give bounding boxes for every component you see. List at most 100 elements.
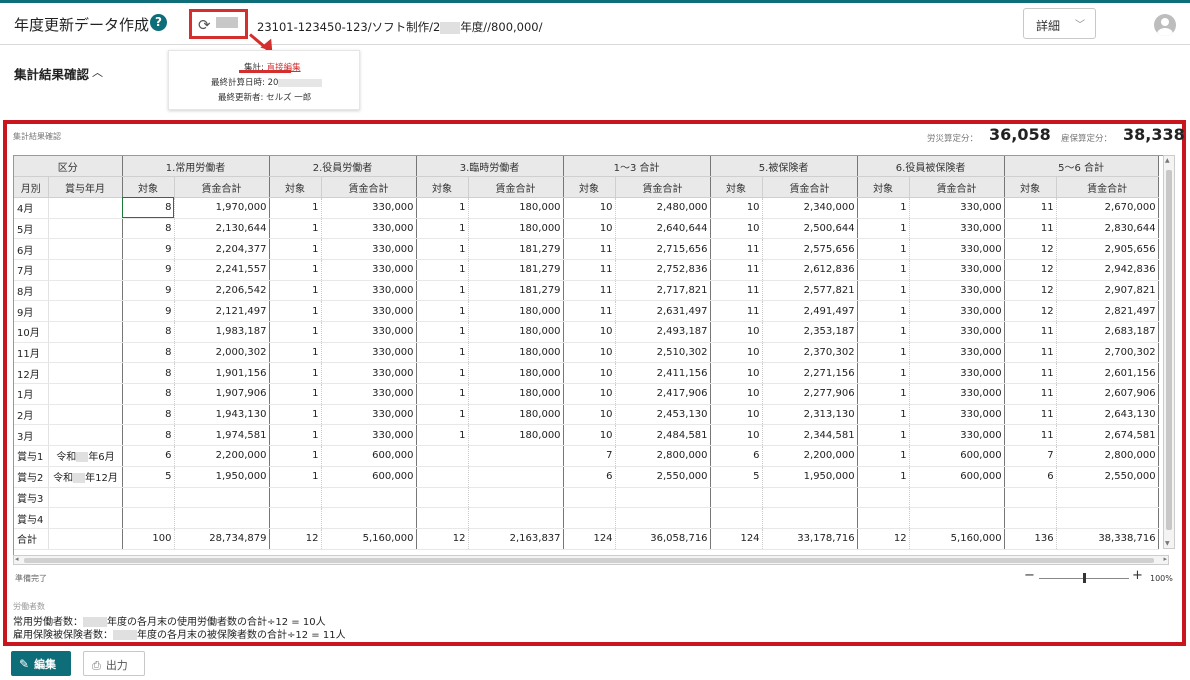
bonus-month-cell[interactable]	[48, 424, 123, 447]
wage-cell[interactable]: 330,000	[321, 238, 417, 260]
count-cell[interactable]: 10	[563, 342, 616, 364]
bonus-month-cell[interactable]	[48, 300, 123, 322]
wage-cell[interactable]: 2,491,497	[762, 300, 858, 322]
count-cell[interactable]: 11	[1004, 218, 1057, 240]
wage-cell[interactable]	[1056, 507, 1159, 529]
count-cell[interactable]: 1	[857, 259, 910, 281]
count-cell[interactable]: 1	[269, 466, 322, 488]
wage-cell[interactable]: 330,000	[321, 197, 417, 219]
count-cell[interactable]: 12	[1004, 280, 1057, 302]
bonus-month-cell[interactable]	[48, 259, 123, 281]
bonus-month-cell[interactable]	[48, 362, 123, 385]
count-cell[interactable]: 11	[710, 238, 763, 260]
wage-cell[interactable]: 330,000	[909, 259, 1005, 281]
wage-cell[interactable]	[321, 487, 417, 509]
wage-cell[interactable]: 2,683,187	[1056, 321, 1159, 343]
wage-cell[interactable]: 2,493,187	[615, 321, 711, 343]
wage-cell[interactable]: 5,160,000	[909, 527, 1005, 550]
count-cell[interactable]: 11	[1004, 424, 1057, 447]
wage-cell[interactable]: 330,000	[321, 300, 417, 322]
count-cell[interactable]: 1	[857, 424, 910, 447]
wage-cell[interactable]: 2,821,497	[1056, 300, 1159, 322]
wage-cell[interactable]: 180,000	[468, 342, 564, 364]
count-cell[interactable]: 1	[857, 238, 910, 260]
wage-cell[interactable]: 180,000	[468, 321, 564, 343]
wage-cell[interactable]: 330,000	[909, 362, 1005, 385]
wage-cell[interactable]: 330,000	[321, 404, 417, 426]
count-cell[interactable]: 1	[416, 342, 469, 364]
wage-cell[interactable]: 2,370,302	[762, 342, 858, 364]
wage-cell[interactable]: 38,338,716	[1056, 527, 1159, 550]
wage-cell[interactable]: 2,830,644	[1056, 218, 1159, 240]
wage-cell[interactable]	[468, 466, 564, 488]
count-cell[interactable]: 10	[563, 321, 616, 343]
count-cell[interactable]: 1	[269, 259, 322, 281]
wage-cell[interactable]: 2,575,656	[762, 238, 858, 260]
wage-cell[interactable]: 2,907,821	[1056, 280, 1159, 302]
count-cell[interactable]: 1	[857, 383, 910, 405]
count-cell[interactable]: 9	[122, 259, 175, 281]
count-cell[interactable]: 9	[122, 280, 175, 302]
count-cell[interactable]: 12	[1004, 238, 1057, 260]
count-cell[interactable]: 10	[710, 342, 763, 364]
wage-cell[interactable]	[468, 445, 564, 467]
wage-cell[interactable]	[615, 487, 711, 509]
count-cell[interactable]: 11	[1004, 342, 1057, 364]
count-cell[interactable]: 1	[416, 424, 469, 447]
count-cell[interactable]: 6	[710, 445, 763, 467]
wage-cell[interactable]	[762, 507, 858, 529]
count-cell[interactable]: 11	[710, 280, 763, 302]
count-cell[interactable]: 124	[563, 527, 616, 550]
wage-cell[interactable]: 2,000,302	[174, 342, 270, 364]
wage-cell[interactable]: 2,715,656	[615, 238, 711, 260]
wage-cell[interactable]: 2,717,821	[615, 280, 711, 302]
count-cell[interactable]: 10	[563, 404, 616, 426]
count-cell[interactable]: 1	[269, 197, 322, 219]
wage-cell[interactable]: 330,000	[321, 342, 417, 364]
count-cell[interactable]: 1	[857, 445, 910, 467]
count-cell[interactable]: 6	[122, 445, 175, 467]
bonus-month-cell[interactable]	[48, 321, 123, 343]
count-cell[interactable]: 8	[122, 197, 175, 219]
wage-cell[interactable]: 33,178,716	[762, 527, 858, 550]
count-cell[interactable]: 1	[269, 383, 322, 405]
count-cell[interactable]: 8	[122, 404, 175, 426]
wage-cell[interactable]: 180,000	[468, 383, 564, 405]
wage-cell[interactable]: 181,279	[468, 280, 564, 302]
output-button[interactable]: ⎙ 出力	[83, 651, 145, 676]
count-cell[interactable]: 7	[563, 445, 616, 467]
horizontal-scrollbar[interactable]: ◂ ▸	[13, 555, 1169, 565]
count-cell[interactable]: 8	[122, 321, 175, 343]
user-avatar-icon[interactable]	[1154, 14, 1176, 36]
wage-cell[interactable]	[615, 507, 711, 529]
bonus-month-cell[interactable]	[48, 280, 123, 302]
count-cell[interactable]: 10	[710, 197, 763, 219]
wage-cell[interactable]: 2,800,000	[615, 445, 711, 467]
count-cell[interactable]: 8	[122, 383, 175, 405]
wage-cell[interactable]: 330,000	[321, 362, 417, 385]
bonus-month-cell[interactable]	[48, 383, 123, 405]
wage-cell[interactable]: 36,058,716	[615, 527, 711, 550]
wage-cell[interactable]: 2,752,836	[615, 259, 711, 281]
wage-cell[interactable]: 600,000	[909, 466, 1005, 488]
count-cell[interactable]	[857, 487, 910, 509]
wage-cell[interactable]: 1,983,187	[174, 321, 270, 343]
count-cell[interactable]	[857, 507, 910, 529]
wage-cell[interactable]: 2,277,906	[762, 383, 858, 405]
wage-cell[interactable]: 2,800,000	[1056, 445, 1159, 467]
wage-cell[interactable]: 180,000	[468, 362, 564, 385]
wage-cell[interactable]: 2,417,906	[615, 383, 711, 405]
wage-cell[interactable]: 330,000	[321, 259, 417, 281]
count-cell[interactable]: 10	[563, 197, 616, 219]
count-cell[interactable]: 100	[122, 527, 175, 550]
bonus-month-cell[interactable]	[48, 507, 123, 529]
wage-cell[interactable]: 2,674,581	[1056, 424, 1159, 447]
wage-cell[interactable]: 2,607,906	[1056, 383, 1159, 405]
scroll-down-icon[interactable]: ▼	[1165, 540, 1170, 547]
wage-cell[interactable]	[468, 507, 564, 529]
wage-cell[interactable]: 2,480,000	[615, 197, 711, 219]
count-cell[interactable]	[416, 487, 469, 509]
count-cell[interactable]: 12	[269, 527, 322, 550]
wage-cell[interactable]: 330,000	[909, 300, 1005, 322]
bonus-month-cell[interactable]: 令和 年6月	[48, 445, 123, 467]
